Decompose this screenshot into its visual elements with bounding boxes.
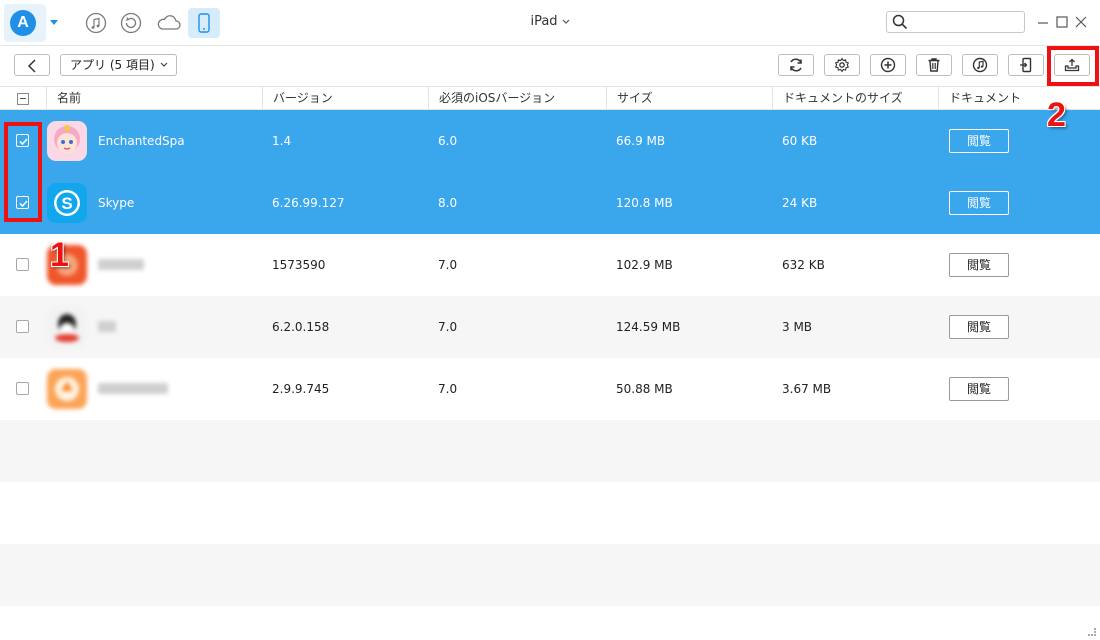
- app-name: Skype: [98, 196, 135, 210]
- toolbar: アプリ (5 項目): [0, 46, 1100, 86]
- select-all-checkbox[interactable]: [17, 93, 29, 105]
- browse-documents-button[interactable]: 閲覧: [949, 129, 1009, 153]
- document-size: 60 KB: [782, 134, 818, 148]
- document-size: 3.67 MB: [782, 382, 832, 396]
- app-version: 1.4: [272, 134, 292, 148]
- required-ios: 8.0: [438, 196, 458, 210]
- document-size: 3 MB: [782, 320, 813, 334]
- skype-app-icon: S: [47, 183, 87, 223]
- export-to-device-icon: [1020, 57, 1032, 73]
- empty-row: [0, 482, 1100, 544]
- refresh-icon: [790, 58, 802, 72]
- cloud-icon[interactable]: [154, 10, 184, 36]
- close-icon[interactable]: [1074, 14, 1088, 28]
- chevron-down-icon: [160, 55, 168, 75]
- column-header-docs[interactable]: ドキュメント: [938, 87, 1100, 109]
- browse-documents-button[interactable]: 閲覧: [949, 253, 1009, 277]
- search-box[interactable]: [886, 11, 1025, 33]
- app-logo-button[interactable]: A: [4, 4, 46, 42]
- required-ios: 7.0: [438, 258, 458, 272]
- browse-documents-button[interactable]: 閲覧: [949, 377, 1009, 401]
- required-ios: 6.0: [438, 134, 458, 148]
- blurred-app-icon: [47, 307, 87, 347]
- column-header-docsize[interactable]: ドキュメントのサイズ: [772, 87, 938, 109]
- row-checkbox[interactable]: [16, 320, 29, 333]
- table-row[interactable]: 1573590 7.0 102.9 MB 632 KB 閲覧: [0, 234, 1100, 296]
- row-checkbox[interactable]: [16, 258, 29, 271]
- settings-icon: [834, 57, 850, 73]
- device-icon[interactable]: [188, 8, 220, 38]
- category-dropdown[interactable]: アプリ (5 項目): [60, 54, 177, 76]
- column-header-version[interactable]: バージョン: [262, 87, 428, 109]
- search-input[interactable]: [915, 14, 1019, 30]
- ringtone-icon: [972, 57, 988, 73]
- add-icon: [880, 57, 896, 73]
- svg-text:S: S: [61, 194, 72, 213]
- app-version: 6.26.99.127: [272, 196, 345, 210]
- blurred-app-name: [98, 259, 144, 270]
- document-size: 632 KB: [782, 258, 825, 272]
- refresh-button[interactable]: [778, 54, 814, 76]
- app-version: 1573590: [272, 258, 326, 272]
- title-bar: A iPad: [0, 0, 1100, 46]
- blurred-app-name: [98, 321, 116, 332]
- annotation-marker-2: 2: [1047, 96, 1066, 134]
- minimize-icon[interactable]: [1036, 14, 1050, 28]
- device-name: iPad: [530, 14, 558, 29]
- music-icon[interactable]: [83, 10, 109, 36]
- blurred-app-icon: [47, 369, 87, 409]
- blurred-app-name: [98, 383, 168, 394]
- anytrans-logo-icon: A: [10, 10, 36, 36]
- search-icon: [892, 14, 908, 30]
- required-ios: 7.0: [438, 382, 458, 396]
- ringtone-button[interactable]: [962, 54, 998, 76]
- logo-dropdown-caret-icon[interactable]: [50, 20, 58, 25]
- settings-button[interactable]: [824, 54, 860, 76]
- annotation-marker-1: 1: [50, 236, 69, 274]
- app-size: 124.59 MB: [616, 320, 681, 334]
- app-size: 66.9 MB: [616, 134, 666, 148]
- maximize-icon[interactable]: [1055, 14, 1069, 28]
- app-window: A iPad アプリ (5 項目) 名前 バージョン 必須のiOSバージョン サ…: [0, 0, 1100, 640]
- column-header-name[interactable]: 名前: [46, 87, 262, 109]
- device-selector[interactable]: iPad: [510, 14, 590, 29]
- required-ios: 7.0: [438, 320, 458, 334]
- category-label: アプリ (5 項目): [70, 58, 155, 72]
- annotation-box-checkboxes: [4, 122, 42, 222]
- back-button[interactable]: [14, 54, 50, 76]
- chevron-down-icon: [562, 14, 570, 29]
- table-row[interactable]: EnchantedSpa 1.4 6.0 66.9 MB 60 KB 閲覧: [0, 110, 1100, 172]
- resize-grip-icon[interactable]: [1088, 628, 1096, 636]
- empty-row: [0, 420, 1100, 482]
- restore-icon[interactable]: [118, 10, 144, 36]
- delete-button[interactable]: [916, 54, 952, 76]
- app-version: 2.9.9.745: [272, 382, 330, 396]
- table-row[interactable]: 6.2.0.158 7.0 124.59 MB 3 MB 閲覧: [0, 296, 1100, 358]
- browse-documents-button[interactable]: 閲覧: [949, 315, 1009, 339]
- browse-documents-button[interactable]: 閲覧: [949, 191, 1009, 215]
- export-to-device-button[interactable]: [1008, 54, 1044, 76]
- chevron-left-icon: [27, 59, 36, 73]
- column-header-size[interactable]: サイズ: [606, 87, 772, 109]
- table-row[interactable]: S Skype 6.26.99.127 8.0 120.8 MB 24 KB 閲…: [0, 172, 1100, 234]
- column-header-ios[interactable]: 必須のiOSバージョン: [428, 87, 606, 109]
- empty-row: [0, 544, 1100, 606]
- app-version: 6.2.0.158: [272, 320, 330, 334]
- table-row[interactable]: 2.9.9.745 7.0 50.88 MB 3.67 MB 閲覧: [0, 358, 1100, 420]
- row-checkbox[interactable]: [16, 382, 29, 395]
- add-button[interactable]: [870, 54, 906, 76]
- app-name: EnchantedSpa: [98, 134, 185, 148]
- app-size: 120.8 MB: [616, 196, 673, 210]
- table-header: 名前 バージョン 必須のiOSバージョン サイズ ドキュメントのサイズ ドキュメ…: [0, 86, 1100, 110]
- enchantedspa-app-icon: [47, 121, 87, 161]
- app-size: 102.9 MB: [616, 258, 673, 272]
- delete-icon: [928, 58, 940, 72]
- annotation-box-export: [1047, 46, 1099, 86]
- app-size: 50.88 MB: [616, 382, 673, 396]
- document-size: 24 KB: [782, 196, 818, 210]
